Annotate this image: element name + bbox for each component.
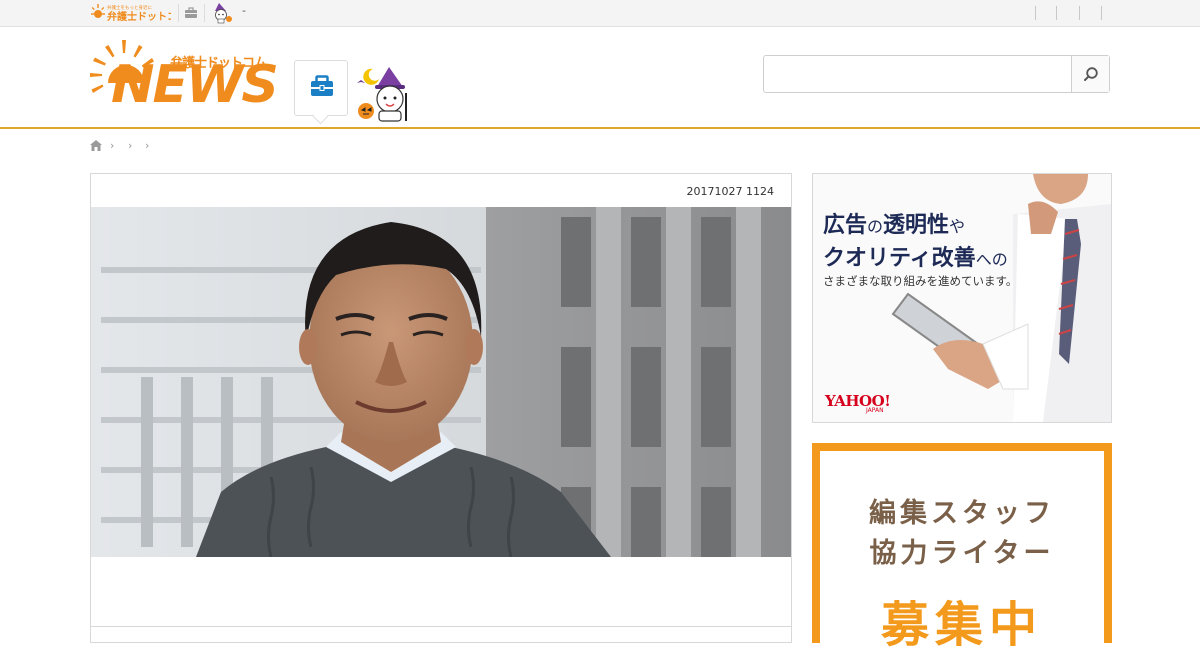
ad-headline-particle: への	[975, 250, 1008, 269]
ad-headline-line1: 広告の透明性や	[823, 207, 965, 239]
recruit-line-hiring: 募集中	[880, 597, 1043, 653]
search-button[interactable]	[1071, 56, 1109, 92]
toolbox-icon[interactable]	[184, 6, 198, 20]
topbar-divider	[1079, 6, 1080, 20]
mini-logo-tagline: 弁護士をもっと身近に	[107, 4, 152, 11]
yahoo-japan-logo-sub: JAPAN	[866, 407, 884, 414]
top-utility-bar: 弁護士をもっと身近に 弁護士ドットコム -	[0, 0, 1200, 27]
recruit-line-editorial-staff: 編集スタッフ	[869, 498, 1055, 529]
ad-headline-particle: や	[949, 217, 966, 236]
recruit-line-writers: 協力ライター	[869, 538, 1055, 569]
mascot-icon[interactable]	[210, 2, 234, 24]
logo-news-text: NEWS	[111, 55, 279, 115]
ad-headline-word: クオリティ改善	[823, 246, 976, 271]
bengo4-mini-logo[interactable]: 弁護士をもっと身近に 弁護士ドットコム	[91, 3, 171, 23]
mini-logo-text: 弁護士ドットコム	[107, 10, 171, 23]
topbar-divider	[1056, 6, 1057, 20]
topbar-divider	[1101, 6, 1102, 20]
recruit-banner[interactable]: 編集スタッフ 協力ライター 募集中	[812, 443, 1112, 653]
article-photo	[91, 207, 791, 557]
topbar-divider	[178, 4, 179, 22]
yahoo-ad-banner[interactable]: 広告の透明性や クオリティ改善への さまざまな取り組みを進めています。 YAHO…	[812, 173, 1112, 423]
home-icon[interactable]	[90, 140, 102, 151]
ad-headline-particle: の	[867, 217, 884, 236]
breadcrumb-separator: ›	[110, 139, 115, 152]
article-divider	[91, 626, 791, 627]
ad-headline-word: 透明性	[883, 213, 950, 238]
site-header: 弁護士ドットコム NEWS	[0, 27, 1200, 129]
breadcrumb-separator: ›	[145, 139, 150, 152]
search-input[interactable]	[764, 56, 1072, 92]
breadcrumb-separator: ›	[128, 139, 133, 152]
toolbox-icon	[311, 75, 333, 96]
topbar-divider	[204, 4, 205, 22]
toolbox-button[interactable]	[294, 60, 348, 116]
search-box	[763, 55, 1110, 93]
ad-headline-word: 広告	[823, 213, 868, 238]
mascot-icon[interactable]	[353, 65, 417, 123]
ad-headline-line2: クオリティ改善への	[823, 240, 1008, 272]
article-date: 20171027 1124	[686, 185, 774, 198]
article-card: 20171027 1124	[90, 173, 792, 643]
topbar-divider	[1035, 6, 1036, 20]
ad-subline: さまざまな取り組みを進めています。	[823, 274, 1018, 288]
search-icon	[1084, 67, 1098, 81]
topbar-dash: -	[242, 4, 246, 17]
